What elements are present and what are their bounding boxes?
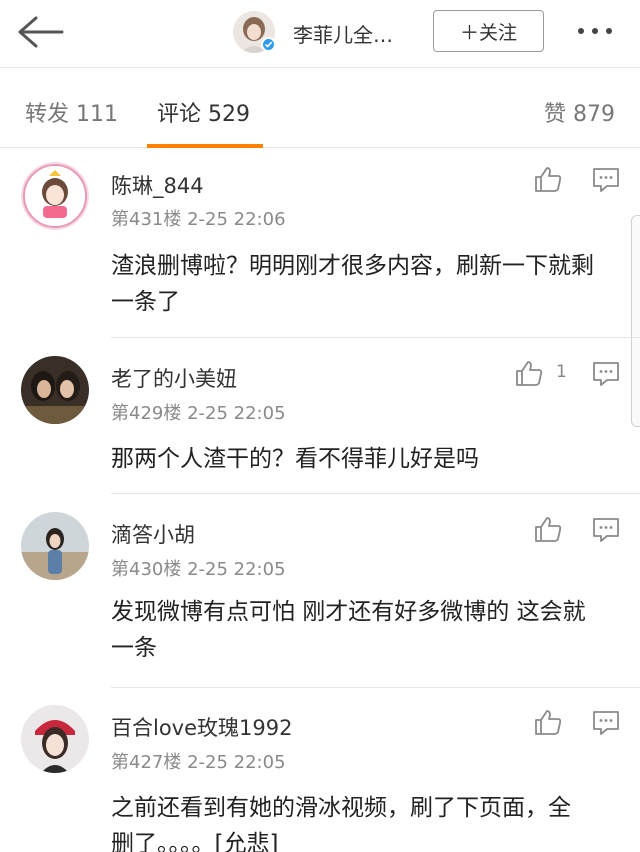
like-icon[interactable]: [533, 708, 563, 736]
like-icon[interactable]: [514, 359, 544, 387]
verified-badge-icon: [261, 37, 276, 52]
back-arrow-icon[interactable]: [14, 12, 66, 52]
comment-text: 发现微博有点可怕 刚才还有好多微博的 这会就一条: [111, 599, 586, 661]
avatar[interactable]: [21, 512, 89, 580]
scrollbar[interactable]: [631, 215, 640, 427]
comment-meta: 第430楼 2-25 22:05: [111, 559, 286, 580]
active-tab-indicator: [147, 144, 263, 148]
comment-author-name[interactable]: 老了的小美妞: [111, 363, 237, 393]
reply-icon[interactable]: [592, 361, 620, 387]
comment-author-name[interactable]: 滴答小胡: [111, 519, 195, 549]
tab-repost[interactable]: 转发 111: [25, 96, 118, 128]
top-bar: 李菲儿全… ＋关注: [0, 0, 640, 68]
page-title[interactable]: 李菲儿全…: [293, 19, 393, 48]
more-options-icon[interactable]: [578, 22, 624, 40]
reply-icon[interactable]: [592, 517, 620, 543]
avatar[interactable]: [21, 705, 89, 773]
like-count: 1: [556, 362, 567, 382]
reply-icon[interactable]: [592, 167, 620, 193]
divider: [111, 337, 640, 338]
comment-meta: 第431楼 2-25 22:06: [111, 209, 286, 230]
avatar[interactable]: [21, 162, 89, 230]
follow-button[interactable]: ＋关注: [433, 10, 544, 52]
like-icon[interactable]: [533, 165, 563, 193]
divider: [111, 493, 640, 494]
comment-text: 渣浪删博啦？明明刚才很多内容，刷新一下就剩一条了: [111, 253, 594, 315]
tab-comment[interactable]: 评论 529: [157, 96, 250, 128]
comment-meta: 第429楼 2-25 22:05: [111, 403, 286, 424]
comment-meta: 第427楼 2-25 22:05: [111, 752, 286, 773]
avatar[interactable]: [21, 356, 89, 424]
comment-text: 那两个人渣干的？看不得菲儿好是吗: [111, 446, 479, 472]
tab-bar: 转发 111 评论 529 赞 879: [0, 69, 640, 148]
comment-author-name[interactable]: 百合love玫瑰1992: [111, 712, 292, 742]
comment-author-name[interactable]: 陈琳_844: [111, 170, 204, 200]
comment-text: 之前还看到有她的滑冰视频，刷了下页面，全删了。。。。[允悲]: [111, 795, 571, 852]
like-icon[interactable]: [533, 515, 563, 543]
divider: [111, 687, 640, 688]
tab-like[interactable]: 赞 879: [544, 96, 615, 128]
reply-icon[interactable]: [592, 710, 620, 736]
